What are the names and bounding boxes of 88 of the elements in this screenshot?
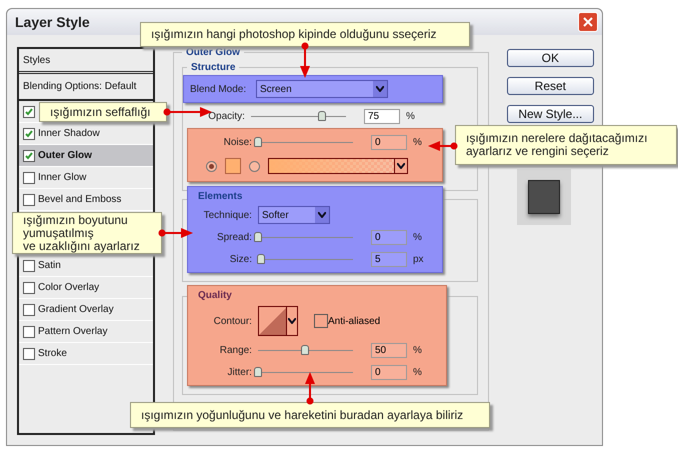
caret-icon: [396, 163, 405, 169]
check-icon: [25, 130, 33, 138]
callout-note: ışığımızın boyutunu yumuşatılmış ve uzaklığını ayarlarız: [12, 212, 162, 254]
list-item[interactable]: Bevel and Emboss: [19, 189, 153, 211]
value-field[interactable]: 0: [370, 134, 407, 150]
checkbox[interactable]: [23, 172, 35, 184]
checkbox[interactable]: [23, 260, 35, 272]
unit-label: %: [412, 136, 422, 148]
checkbox[interactable]: [23, 304, 35, 316]
item-label: Pattern Overlay: [38, 326, 108, 337]
group-title: Elements: [196, 191, 244, 202]
slider-thumb[interactable]: [318, 111, 326, 121]
checkbox[interactable]: [314, 314, 328, 328]
value-field[interactable]: 0: [370, 230, 407, 244]
close-icon: [583, 17, 593, 27]
callout-note: ışıgımızın yoğunluğunu ve hareketini buradan ayarlaya biliriz: [130, 402, 490, 428]
radio-button[interactable]: [248, 160, 260, 172]
item-label: Inner Glow: [38, 172, 86, 183]
caret-icon: [288, 318, 296, 324]
unit-label: %: [412, 344, 422, 356]
unit-label: %: [412, 232, 422, 242]
item-label: Bevel and Emboss: [38, 194, 122, 205]
group-title: Structure: [190, 62, 236, 73]
styles-header[interactable]: Styles: [19, 49, 153, 74]
preview-swatch: [528, 180, 560, 214]
callout-note: ışığımızın hangi photoshop kipinde olduğunu sseçeriz: [140, 22, 470, 47]
slider-label: Range:: [218, 344, 252, 356]
item-label: Satin: [38, 260, 61, 271]
group-title: Quality: [196, 290, 233, 301]
item-label: Outer Glow: [38, 150, 92, 161]
blend-mode-dropdown[interactable]: Screen: [256, 80, 388, 98]
contour-picker[interactable]: [258, 306, 298, 336]
value-field[interactable]: 75: [364, 108, 400, 124]
list-item[interactable]: Gradient Overlay: [19, 299, 153, 321]
slider-thumb[interactable]: [301, 345, 310, 355]
group-title: Outer Glow: [184, 47, 241, 58]
slider-label: Opacity:: [207, 110, 245, 122]
value-field[interactable]: 50: [370, 342, 407, 358]
list-item[interactable]: Inner Glow: [19, 167, 153, 189]
list-item[interactable]: Outer Glow: [19, 145, 153, 167]
field-label: Contour:: [212, 316, 252, 326]
checkbox[interactable]: [23, 106, 35, 118]
item-label: Color Overlay: [38, 282, 100, 293]
item-label: Gradient Overlay: [38, 304, 114, 315]
list-item[interactable]: Satin: [19, 255, 153, 277]
slider-label: Spread:: [216, 232, 252, 242]
item-label: Inner Shadow: [38, 128, 100, 139]
slider-thumb[interactable]: [254, 137, 262, 147]
list-item[interactable]: Stroke: [19, 343, 153, 365]
window-title: Layer Style: [15, 14, 90, 30]
caret-icon: [376, 86, 384, 92]
checkbox[interactable]: [23, 348, 35, 360]
radio-button[interactable]: [206, 160, 217, 172]
checkbox[interactable]: [23, 150, 35, 162]
dialog-button[interactable]: OK: [506, 49, 594, 67]
callout-note: ışığımızın seffaflığı: [39, 102, 167, 122]
caret-icon: [318, 212, 326, 218]
checkbox[interactable]: [23, 282, 35, 294]
list-item[interactable]: Pattern Overlay: [19, 321, 153, 343]
checkbox[interactable]: [23, 194, 35, 206]
checkbox-label: Anti-aliased: [328, 316, 380, 326]
checkbox[interactable]: [23, 128, 35, 140]
slider-thumb[interactable]: [254, 367, 262, 377]
close-button[interactable]: [578, 12, 598, 32]
slider-thumb[interactable]: [256, 254, 265, 264]
check-icon: [25, 152, 33, 160]
slider-label: Jitter:: [226, 366, 252, 378]
unit-label: %: [412, 366, 422, 378]
field-label: Blend Mode:: [190, 84, 246, 94]
slider-thumb[interactable]: [254, 232, 262, 242]
dialog-button[interactable]: Reset: [506, 77, 594, 95]
list-item[interactable]: Color Overlay: [19, 277, 153, 299]
value-field[interactable]: 0: [370, 364, 407, 380]
gradient-picker[interactable]: [268, 158, 408, 174]
check-icon: [25, 108, 33, 116]
value-field[interactable]: 5: [370, 252, 407, 266]
color-swatch[interactable]: [224, 158, 241, 174]
unit-label: %: [406, 110, 415, 122]
callout-note: ışığımızın nerelere dağıtacağımızı ayarlarız ve rengini seçeriz: [455, 125, 677, 165]
unit-label: px: [412, 254, 424, 264]
field-label: Technique:: [202, 210, 252, 220]
item-label: Stroke: [38, 348, 67, 359]
dialog-button[interactable]: New Style...: [506, 105, 594, 123]
contour-icon: [258, 307, 286, 335]
checkbox[interactable]: [23, 326, 35, 338]
slider-label: Noise:: [222, 136, 252, 148]
technique-dropdown[interactable]: Softer: [258, 206, 330, 224]
slider-label: Size:: [228, 254, 252, 264]
